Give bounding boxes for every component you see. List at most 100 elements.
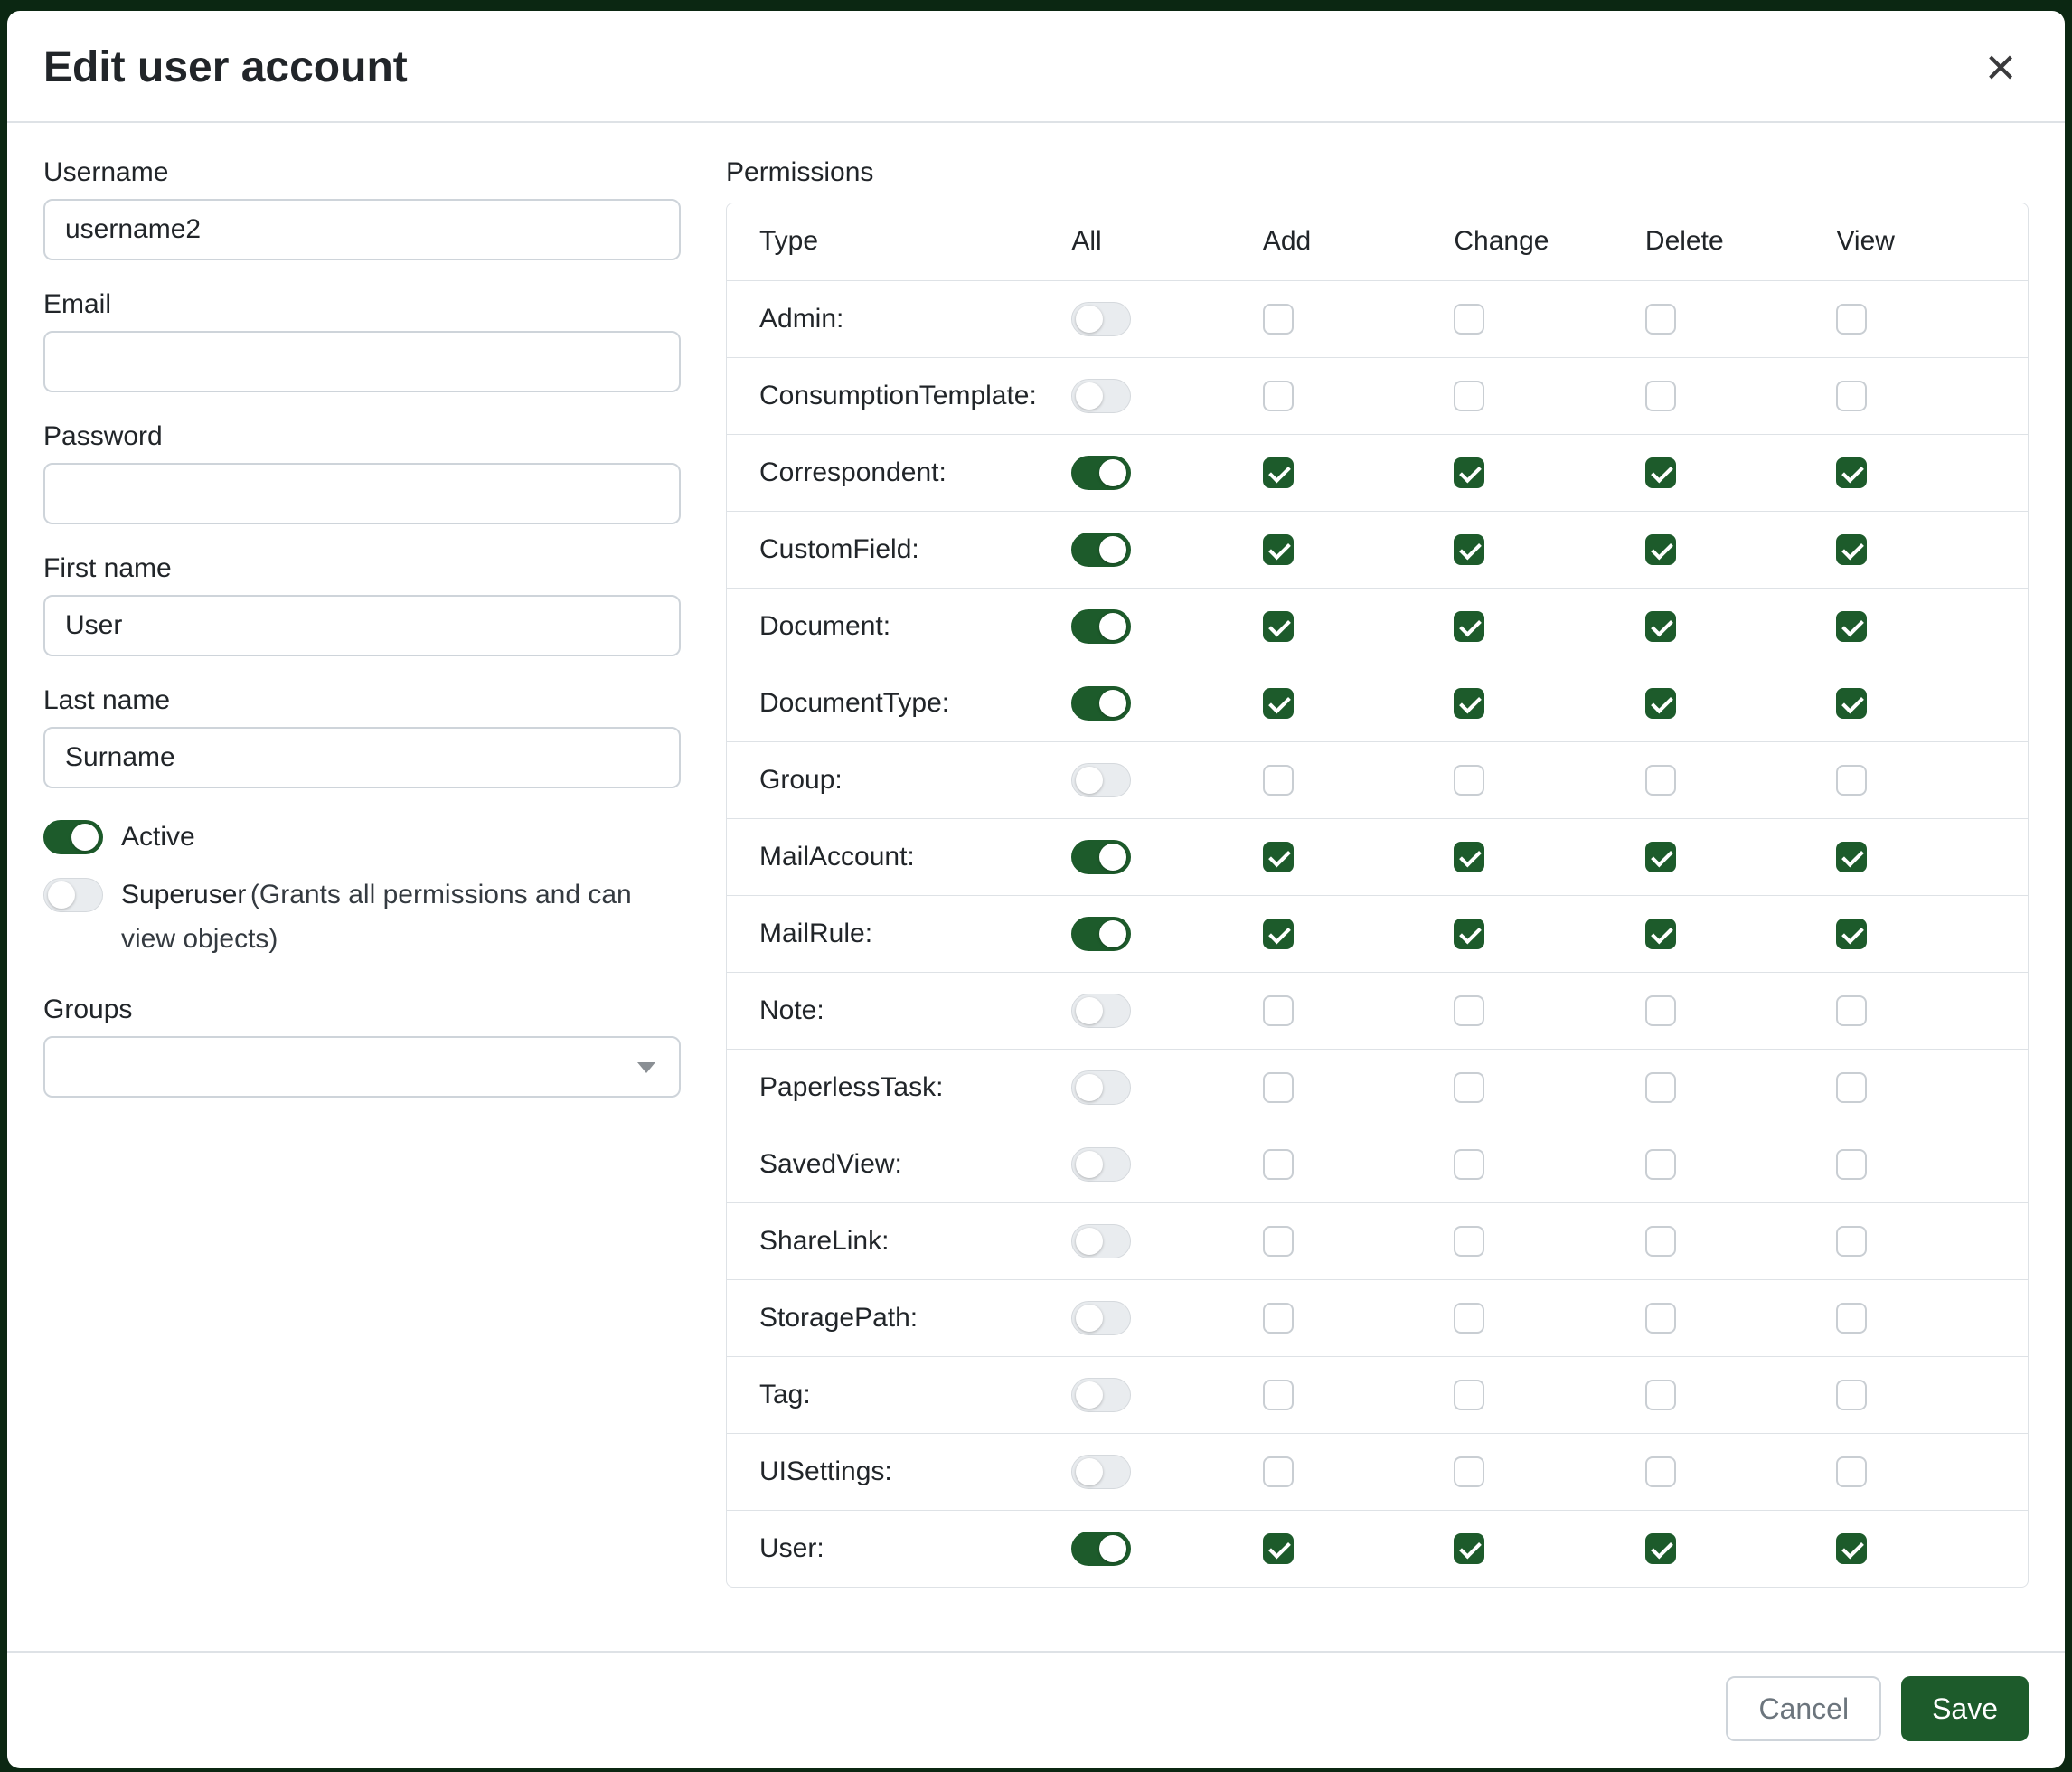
permission-delete-checkbox[interactable]: [1645, 381, 1676, 411]
permission-view-checkbox[interactable]: [1836, 1226, 1867, 1257]
permission-add-checkbox[interactable]: [1263, 995, 1294, 1026]
permission-change-checkbox[interactable]: [1454, 304, 1484, 335]
permission-add-checkbox[interactable]: [1263, 1303, 1294, 1334]
permission-add-checkbox[interactable]: [1263, 688, 1294, 719]
first-name-field[interactable]: [43, 595, 681, 656]
permission-add-checkbox[interactable]: [1263, 304, 1294, 335]
permission-delete-checkbox[interactable]: [1645, 457, 1676, 488]
permission-delete-checkbox[interactable]: [1645, 765, 1676, 796]
permission-add-checkbox[interactable]: [1263, 1072, 1294, 1103]
permission-add-checkbox[interactable]: [1263, 1226, 1294, 1257]
permission-view-checkbox[interactable]: [1836, 842, 1867, 872]
permission-delete-checkbox[interactable]: [1645, 1072, 1676, 1103]
permission-change-checkbox[interactable]: [1454, 842, 1484, 872]
permission-all-toggle[interactable]: [1071, 686, 1131, 721]
permission-view-checkbox[interactable]: [1836, 688, 1867, 719]
permission-add-checkbox[interactable]: [1263, 381, 1294, 411]
permission-view-checkbox[interactable]: [1836, 457, 1867, 488]
permission-change-checkbox[interactable]: [1454, 1456, 1484, 1487]
permission-view-checkbox[interactable]: [1836, 1456, 1867, 1487]
permission-add-checkbox[interactable]: [1263, 919, 1294, 949]
permission-all-toggle[interactable]: [1071, 533, 1131, 567]
permission-change-checkbox[interactable]: [1454, 611, 1484, 642]
permission-delete-checkbox[interactable]: [1645, 1303, 1676, 1334]
permission-delete-checkbox[interactable]: [1645, 1456, 1676, 1487]
permission-change-checkbox[interactable]: [1454, 995, 1484, 1026]
permission-all-toggle[interactable]: [1071, 840, 1131, 874]
permission-view-checkbox[interactable]: [1836, 381, 1867, 411]
permission-view-checkbox[interactable]: [1836, 1380, 1867, 1410]
permission-all-toggle[interactable]: [1071, 456, 1131, 490]
permission-change-checkbox[interactable]: [1454, 381, 1484, 411]
cancel-button[interactable]: Cancel: [1726, 1676, 1881, 1741]
permission-change-checkbox[interactable]: [1454, 919, 1484, 949]
permission-change-checkbox[interactable]: [1454, 1380, 1484, 1410]
permission-all-toggle[interactable]: [1071, 1224, 1131, 1258]
last-name-field[interactable]: [43, 727, 681, 788]
permission-view-checkbox[interactable]: [1836, 1149, 1867, 1180]
permission-view-checkbox[interactable]: [1836, 304, 1867, 335]
email-field[interactable]: [43, 331, 681, 392]
permission-type-label: CustomField:: [727, 511, 1071, 588]
permission-delete-checkbox[interactable]: [1645, 1533, 1676, 1564]
permission-view-checkbox[interactable]: [1836, 534, 1867, 565]
permission-delete-checkbox[interactable]: [1645, 919, 1676, 949]
username-input[interactable]: [43, 199, 681, 260]
groups-select[interactable]: [43, 1036, 681, 1098]
toggle-knob: [1099, 536, 1126, 563]
active-toggle[interactable]: [43, 820, 103, 854]
modal-footer: Cancel Save: [7, 1651, 2065, 1768]
permission-delete-checkbox[interactable]: [1645, 1226, 1676, 1257]
permission-add-checkbox[interactable]: [1263, 1456, 1294, 1487]
permission-add-checkbox[interactable]: [1263, 765, 1294, 796]
permission-view-checkbox[interactable]: [1836, 765, 1867, 796]
permission-all-toggle[interactable]: [1071, 302, 1131, 336]
permission-add-checkbox[interactable]: [1263, 1380, 1294, 1410]
permission-delete-checkbox[interactable]: [1645, 688, 1676, 719]
permission-change-checkbox[interactable]: [1454, 1149, 1484, 1180]
permission-all-toggle[interactable]: [1071, 763, 1131, 797]
permission-all-toggle[interactable]: [1071, 1455, 1131, 1489]
permission-all-toggle[interactable]: [1071, 994, 1131, 1028]
permission-type-label: MailRule:: [727, 895, 1071, 972]
permission-add-checkbox[interactable]: [1263, 1149, 1294, 1180]
permission-all-toggle[interactable]: [1071, 1378, 1131, 1412]
permission-all-toggle[interactable]: [1071, 1147, 1131, 1182]
permission-all-toggle[interactable]: [1071, 1532, 1131, 1566]
permission-change-checkbox[interactable]: [1454, 688, 1484, 719]
permission-change-checkbox[interactable]: [1454, 1226, 1484, 1257]
permission-add-checkbox[interactable]: [1263, 457, 1294, 488]
permission-all-toggle[interactable]: [1071, 379, 1131, 413]
permission-change-checkbox[interactable]: [1454, 534, 1484, 565]
superuser-toggle[interactable]: [43, 878, 103, 912]
permission-add-checkbox[interactable]: [1263, 611, 1294, 642]
permission-change-checkbox[interactable]: [1454, 765, 1484, 796]
permission-add-checkbox[interactable]: [1263, 842, 1294, 872]
permission-all-toggle[interactable]: [1071, 1070, 1131, 1105]
permission-view-checkbox[interactable]: [1836, 995, 1867, 1026]
close-icon[interactable]: ×: [1980, 42, 2021, 94]
permission-change-checkbox[interactable]: [1454, 457, 1484, 488]
permission-delete-checkbox[interactable]: [1645, 1380, 1676, 1410]
permission-change-checkbox[interactable]: [1454, 1072, 1484, 1103]
permission-all-toggle[interactable]: [1071, 1301, 1131, 1335]
permission-delete-checkbox[interactable]: [1645, 611, 1676, 642]
permission-change-checkbox[interactable]: [1454, 1303, 1484, 1334]
save-button[interactable]: Save: [1901, 1676, 2029, 1741]
permission-add-checkbox[interactable]: [1263, 534, 1294, 565]
permission-delete-checkbox[interactable]: [1645, 842, 1676, 872]
permission-change-checkbox[interactable]: [1454, 1533, 1484, 1564]
permission-delete-checkbox[interactable]: [1645, 1149, 1676, 1180]
permission-view-checkbox[interactable]: [1836, 1072, 1867, 1103]
permission-view-checkbox[interactable]: [1836, 1303, 1867, 1334]
permission-view-checkbox[interactable]: [1836, 1533, 1867, 1564]
permission-delete-checkbox[interactable]: [1645, 304, 1676, 335]
permission-all-toggle[interactable]: [1071, 609, 1131, 644]
permission-delete-checkbox[interactable]: [1645, 534, 1676, 565]
permission-view-checkbox[interactable]: [1836, 611, 1867, 642]
password-field[interactable]: [43, 463, 681, 524]
permission-view-checkbox[interactable]: [1836, 919, 1867, 949]
permission-all-toggle[interactable]: [1071, 917, 1131, 951]
permission-delete-checkbox[interactable]: [1645, 995, 1676, 1026]
permission-add-checkbox[interactable]: [1263, 1533, 1294, 1564]
